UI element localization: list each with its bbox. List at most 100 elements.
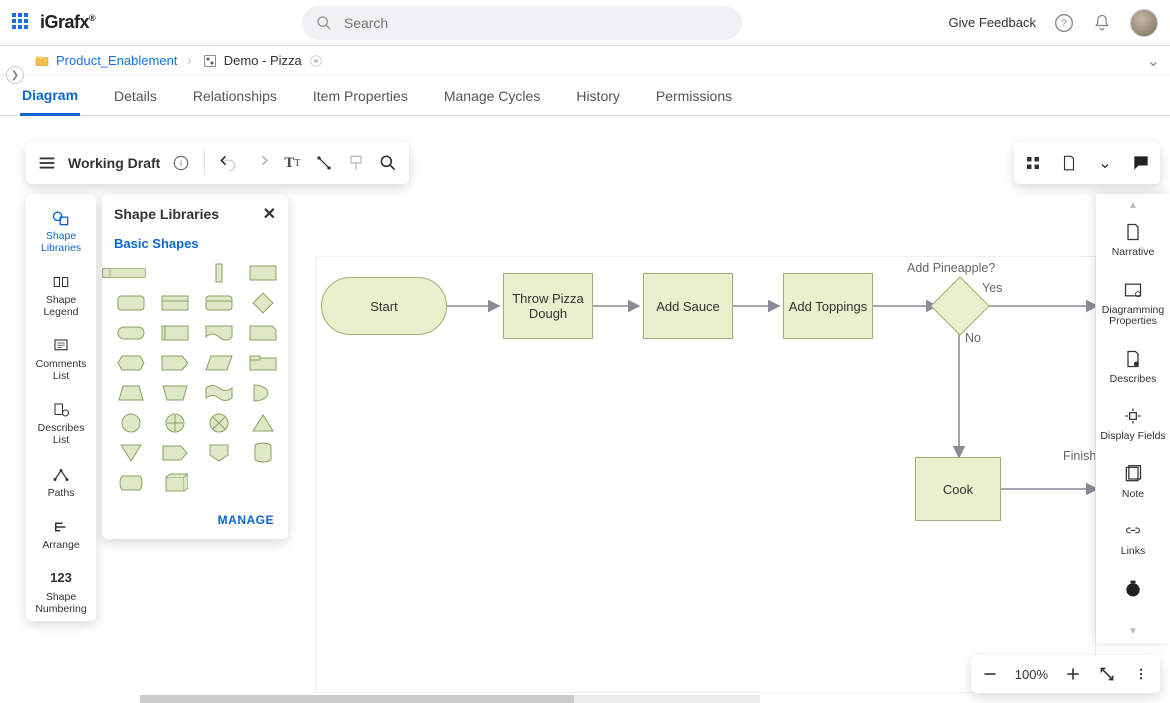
- rp-diag-props[interactable]: Diagramming Properties: [1096, 269, 1170, 338]
- rp-timer[interactable]: [1118, 568, 1148, 610]
- help-icon[interactable]: ?: [1054, 13, 1074, 33]
- shape-triangle-down[interactable]: [116, 443, 146, 463]
- grid-view-icon[interactable]: [1022, 152, 1044, 174]
- zoom-in-icon[interactable]: [1064, 665, 1082, 683]
- apps-menu-icon[interactable]: [12, 13, 32, 33]
- tab-item-properties[interactable]: Item Properties: [311, 78, 410, 114]
- manage-shapes-link[interactable]: MANAGE: [218, 513, 274, 527]
- shape-trap-down[interactable]: [160, 383, 190, 403]
- page-view-icon[interactable]: [1058, 152, 1080, 174]
- nav-comments-list[interactable]: Comments List: [26, 336, 96, 382]
- rp-links[interactable]: Links: [1117, 510, 1150, 568]
- more-options-icon[interactable]: [1132, 665, 1150, 683]
- menu-icon[interactable]: [36, 152, 58, 174]
- nav-paths[interactable]: Paths: [44, 465, 79, 499]
- node-add-sauce[interactable]: Add Sauce: [643, 273, 733, 339]
- close-icon[interactable]: ✕: [263, 204, 276, 224]
- shape-box-3d[interactable]: [160, 473, 190, 493]
- shape-wave[interactable]: [204, 383, 234, 403]
- node-decision-pineapple[interactable]: [939, 285, 981, 327]
- user-avatar[interactable]: [1130, 9, 1158, 37]
- shape-triangle-up[interactable]: [248, 413, 278, 433]
- diagram-toolbar: Working Draft i TT: [26, 142, 409, 184]
- tab-diagram[interactable]: Diagram: [20, 77, 80, 116]
- shape-cylinder-h[interactable]: [116, 473, 146, 493]
- shape-diamond[interactable]: [248, 293, 278, 313]
- label-no: No: [965, 331, 981, 345]
- comments-icon[interactable]: [1130, 152, 1152, 174]
- shape-header-wide[interactable]: [116, 263, 146, 283]
- rp-note[interactable]: Note: [1118, 453, 1148, 511]
- shape-parallelogram[interactable]: [204, 353, 234, 373]
- node-start[interactable]: Start: [321, 277, 447, 335]
- zoom-value: 100%: [1015, 667, 1048, 682]
- tab-manage-cycles[interactable]: Manage Cycles: [442, 78, 543, 114]
- info-icon[interactable]: i: [170, 152, 192, 174]
- draft-status-label: Working Draft: [68, 155, 160, 171]
- breadcrumb-parent[interactable]: Product_Enablement: [56, 53, 177, 68]
- expand-sidebar-toggle[interactable]: ❯: [6, 66, 24, 84]
- tab-relationships[interactable]: Relationships: [191, 78, 279, 114]
- text-tool-icon[interactable]: TT: [281, 152, 303, 174]
- horizontal-scrollbar[interactable]: [140, 695, 760, 703]
- shape-cylinder[interactable]: [248, 443, 278, 463]
- shape-circle-plus[interactable]: [160, 413, 190, 433]
- shape-roundend[interactable]: [116, 323, 146, 343]
- shape-tag[interactable]: [160, 443, 190, 463]
- nav-shape-numbering[interactable]: 123 Shape Numbering: [26, 569, 96, 615]
- properties-icon: [1122, 279, 1144, 301]
- nav-describes-list[interactable]: Describes List: [26, 400, 96, 446]
- node-throw-dough[interactable]: Throw Pizza Dough: [503, 273, 593, 339]
- global-search[interactable]: [302, 6, 742, 40]
- tab-history[interactable]: History: [574, 78, 622, 114]
- scroll-down-icon[interactable]: ▼: [1128, 626, 1138, 637]
- format-painter-icon[interactable]: [345, 152, 367, 174]
- nav-shape-libraries[interactable]: Shape Libraries: [26, 208, 96, 254]
- fullscreen-icon[interactable]: [1098, 665, 1116, 683]
- svg-text:i: i: [180, 159, 182, 168]
- give-feedback-link[interactable]: Give Feedback: [949, 15, 1036, 30]
- rp-display-fields[interactable]: Display Fields: [1096, 395, 1169, 453]
- view-dropdown-icon[interactable]: ⌄: [1094, 152, 1116, 174]
- rp-narrative[interactable]: Narrative: [1108, 211, 1159, 269]
- shape-trap-up[interactable]: [116, 383, 146, 403]
- redo-icon[interactable]: [249, 152, 271, 174]
- tab-details[interactable]: Details: [112, 78, 159, 114]
- left-tools-panel: Shape Libraries Shape Legend Comments Li…: [26, 194, 96, 621]
- node-add-toppings[interactable]: Add Toppings: [783, 273, 873, 339]
- node-cook[interactable]: Cook: [915, 457, 1001, 521]
- notifications-icon[interactable]: [1092, 13, 1112, 33]
- shape-circle[interactable]: [116, 413, 146, 433]
- shape-circle-x[interactable]: [204, 413, 234, 433]
- rp-describes[interactable]: Describes: [1106, 338, 1161, 396]
- nav-shape-legend[interactable]: Shape Legend: [26, 272, 96, 318]
- connector-tool-icon[interactable]: [313, 152, 335, 174]
- shape-card[interactable]: [160, 323, 190, 343]
- links-icon: [1122, 520, 1144, 542]
- zoom-out-icon[interactable]: [981, 665, 999, 683]
- shape-half-circle[interactable]: [248, 383, 278, 403]
- search-input[interactable]: [342, 14, 728, 32]
- nav-arrange[interactable]: Arrange: [38, 517, 83, 551]
- undo-icon[interactable]: [217, 152, 239, 174]
- shape-pentagon-right[interactable]: [160, 353, 190, 373]
- collapse-chevron-icon[interactable]: ⌄: [1147, 51, 1160, 71]
- shape-shield[interactable]: [204, 443, 234, 463]
- bullseye-icon[interactable]: [308, 53, 324, 69]
- display-fields-icon: [1122, 405, 1144, 427]
- diagram-canvas[interactable]: Start Throw Pizza Dough Add Sauce Add To…: [316, 256, 1096, 693]
- scroll-up-icon[interactable]: ▲: [1128, 200, 1138, 211]
- shape-card2[interactable]: [248, 323, 278, 343]
- search-diagram-icon[interactable]: [377, 152, 399, 174]
- shape-bar[interactable]: [204, 263, 234, 283]
- shape-round-rect[interactable]: [116, 293, 146, 313]
- shape-doc[interactable]: [204, 323, 234, 343]
- decision-label: Add Pineapple?: [907, 261, 995, 275]
- shape-rect-header[interactable]: [160, 293, 190, 313]
- shape-hex[interactable]: [116, 353, 146, 373]
- brand-logo: iGrafx®: [40, 12, 95, 33]
- shape-rounded-header[interactable]: [204, 293, 234, 313]
- shape-rect[interactable]: [248, 263, 278, 283]
- shape-folder[interactable]: [248, 353, 278, 373]
- tab-permissions[interactable]: Permissions: [654, 78, 734, 114]
